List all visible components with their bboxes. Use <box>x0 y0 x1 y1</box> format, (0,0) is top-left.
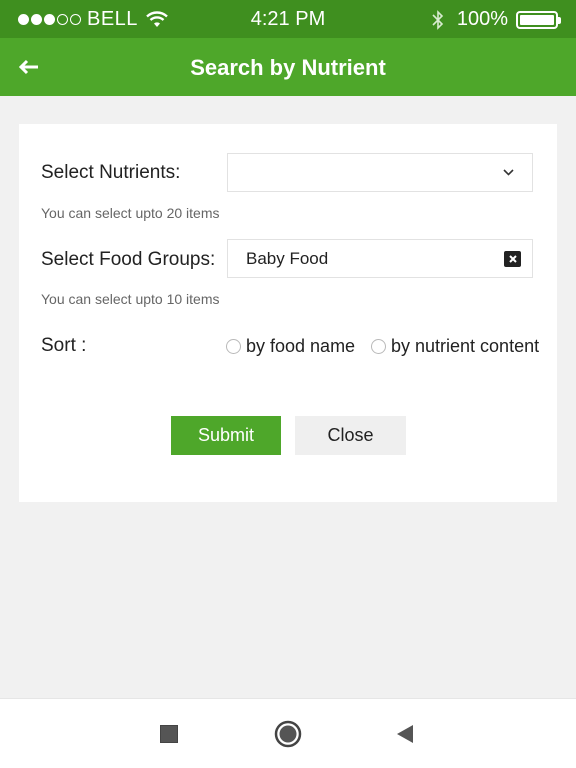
nutrients-hint: You can select upto 20 items <box>41 205 220 221</box>
nutrients-select[interactable] <box>227 153 533 192</box>
home-button[interactable] <box>273 719 303 749</box>
circle-icon <box>274 720 302 748</box>
radio-button[interactable] <box>226 339 241 354</box>
sort-option-label: by nutrient content <box>391 336 540 356</box>
triangle-back-icon <box>397 725 413 743</box>
nutrients-label: Select Nutrients: <box>41 162 181 183</box>
sort-label: Sort : <box>41 335 87 356</box>
sort-option-food-name[interactable]: by food name <box>226 336 355 357</box>
chevron-down-icon <box>503 169 514 176</box>
status-bar: BELL 4:21 PM 100% <box>0 0 576 38</box>
battery-icon <box>516 10 561 29</box>
battery-percent: 100% <box>456 8 508 30</box>
system-nav-bar <box>0 698 576 768</box>
food-groups-select[interactable]: Baby Food <box>227 239 533 278</box>
bluetooth-icon <box>432 9 443 30</box>
recent-apps-button[interactable] <box>154 719 184 749</box>
clear-icon[interactable] <box>504 251 521 267</box>
close-button[interactable]: Close <box>295 416 406 455</box>
app-bar: Search by Nutrient <box>0 38 576 96</box>
radio-button[interactable] <box>371 339 386 354</box>
food-group-chip: Baby Food <box>246 249 329 268</box>
food-groups-label: Select Food Groups: <box>41 249 216 270</box>
page-title: Search by Nutrient <box>190 55 386 80</box>
food-groups-hint: You can select upto 10 items <box>41 291 220 307</box>
sort-option-label: by food name <box>246 336 356 356</box>
submit-button[interactable]: Submit <box>171 416 281 455</box>
square-icon <box>160 725 178 743</box>
sort-option-nutrient-content[interactable]: by nutrient content <box>371 336 539 357</box>
back-nav-button[interactable] <box>390 719 420 749</box>
search-form-card: Select Nutrients: You can select upto 20… <box>19 124 557 502</box>
